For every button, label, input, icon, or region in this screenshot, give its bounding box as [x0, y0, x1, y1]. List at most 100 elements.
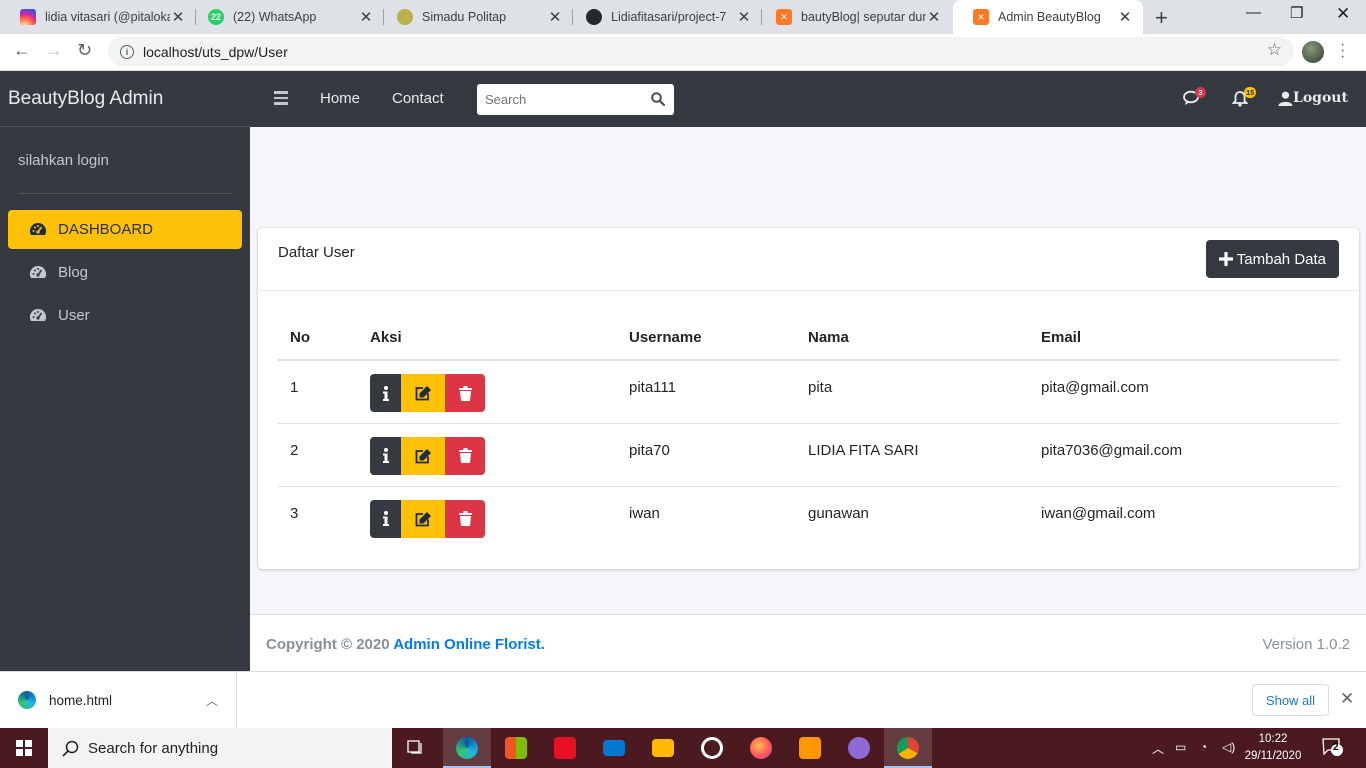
notifications-badge: 15	[1244, 87, 1257, 98]
firefox-taskbar-icon[interactable]	[737, 728, 785, 768]
app-taskbar-icon[interactable]	[835, 728, 883, 768]
sidebar-item-label: User	[58, 307, 90, 324]
wifi-icon[interactable]: ◔	[1200, 740, 1207, 754]
edit-button[interactable]	[401, 436, 445, 475]
login-prompt[interactable]: silahkan login	[18, 152, 109, 169]
user-table: No Aksi Username Nama Email 1 pita111 pi…	[278, 316, 1339, 549]
browser-tab-instagram[interactable]: lidia vitasari (@pitaloka ✕	[0, 0, 196, 34]
forward-icon[interactable]: →	[45, 40, 63, 61]
taskbar-search[interactable]: Search for anything	[48, 728, 392, 768]
battery-icon[interactable]: ▭	[1175, 740, 1186, 754]
taskbar-clock[interactable]: 10:22 29/11/2020	[1240, 731, 1306, 765]
info-icon	[382, 511, 389, 526]
detail-button[interactable]	[370, 374, 401, 412]
delete-button[interactable]	[445, 436, 485, 475]
edit-icon	[415, 386, 431, 401]
camera-taskbar-icon[interactable]	[688, 728, 736, 768]
info-icon	[382, 448, 389, 463]
chrome-taskbar-icon[interactable]	[884, 728, 932, 768]
back-icon[interactable]: ←	[13, 40, 31, 61]
download-item[interactable]: home.html ︿	[0, 672, 237, 728]
close-tab-icon[interactable]: ✕	[170, 8, 186, 26]
cell-actions	[358, 486, 617, 549]
cell-no: 1	[278, 360, 358, 424]
delete-button[interactable]	[445, 499, 485, 538]
logout-label: Logout	[1293, 90, 1348, 106]
detail-button[interactable]	[370, 436, 401, 475]
bookmark-star-icon[interactable]: ☆	[1267, 40, 1282, 60]
volume-icon[interactable]: ◁)	[1222, 740, 1235, 754]
column-header-email: Email	[1029, 316, 1339, 361]
close-shelf-icon[interactable]: ✕	[1340, 689, 1354, 709]
new-tab-button[interactable]: +	[1155, 5, 1168, 31]
nav-link-contact[interactable]: Contact	[392, 90, 444, 107]
close-tab-icon[interactable]: ✕	[926, 8, 942, 26]
politap-logo-icon	[397, 9, 413, 25]
messages-dropdown[interactable]: 3	[1183, 87, 1206, 110]
notifications-dropdown[interactable]: 15	[1231, 87, 1257, 110]
browser-menu-icon[interactable]: · · ·	[1340, 37, 1345, 65]
minimize-icon[interactable]: —	[1246, 4, 1261, 21]
close-window-icon[interactable]: ✕	[1336, 4, 1350, 24]
restore-icon[interactable]: ❐	[1290, 4, 1303, 22]
windows-start-icon[interactable]	[16, 740, 32, 756]
nav-link-home[interactable]: Home	[320, 90, 360, 107]
edit-button[interactable]	[401, 499, 445, 538]
add-data-button[interactable]: Tambah Data	[1205, 240, 1339, 278]
edge-taskbar-icon[interactable]	[443, 728, 491, 768]
show-hidden-icons-chevron[interactable]: ︿	[1152, 740, 1164, 757]
file-explorer-taskbar-icon[interactable]	[639, 728, 687, 768]
close-tab-icon[interactable]: ✕	[736, 8, 752, 26]
brand-link[interactable]: BeautyBlog Admin	[0, 71, 250, 127]
browser-tab-github[interactable]: Lidiafitasari/project-7 ✕	[566, 0, 762, 34]
info-icon	[382, 385, 389, 401]
sidebar-item-blog[interactable]: Blog	[8, 253, 242, 292]
delete-button[interactable]	[445, 374, 485, 412]
admin-sidebar: BeautyBlog Admin silahkan login DASHBOAR…	[0, 71, 250, 671]
sidebar-item-label: Blog	[58, 264, 89, 281]
user-panel: silahkan login	[18, 127, 232, 194]
copyright-link[interactable]: Admin Online Florist.	[393, 636, 545, 653]
profile-avatar[interactable]	[1302, 41, 1324, 63]
gift-taskbar-icon[interactable]	[541, 728, 589, 768]
search-icon[interactable]	[651, 92, 665, 106]
browser-tab-whatsapp[interactable]: 22 (22) WhatsApp ✕	[188, 0, 384, 34]
task-view-icon[interactable]	[392, 728, 440, 768]
notification-count: 2	[1333, 742, 1339, 753]
sidebar-item-user[interactable]: User	[8, 296, 242, 335]
browser-tab-simadu[interactable]: Simadu Politap ✕	[377, 0, 573, 34]
chevron-up-icon[interactable]: ︿	[206, 692, 218, 709]
edit-button[interactable]	[401, 374, 445, 412]
clock-time: 10:22	[1258, 733, 1288, 745]
card-header: Daftar User Tambah Data	[258, 228, 1359, 291]
close-tab-icon[interactable]: ✕	[358, 8, 374, 26]
navbar-search	[477, 84, 674, 115]
mail-taskbar-icon[interactable]	[590, 728, 638, 768]
downloads-shelf: home.html ︿ Show all ✕	[0, 671, 1366, 728]
reload-icon[interactable]: ↻	[77, 40, 92, 61]
download-filename: home.html	[49, 692, 113, 708]
sublime-taskbar-icon[interactable]	[786, 728, 834, 768]
sidebar-item-dashboard[interactable]: DASHBOARD	[8, 210, 242, 249]
url-text: localhost/uts_dpw/User	[143, 43, 288, 60]
tab-title: Lidiafitasari/project-7	[611, 10, 727, 24]
column-header-username: Username	[617, 316, 796, 361]
site-info-icon[interactable]: i	[120, 44, 134, 59]
hamburger-menu-icon[interactable]	[274, 91, 288, 108]
xampp-icon: ✕	[776, 9, 792, 25]
close-tab-icon[interactable]: ✕	[547, 8, 563, 26]
cell-actions	[358, 360, 617, 424]
action-center-icon[interactable]: 2	[1322, 737, 1344, 760]
detail-button[interactable]	[370, 499, 401, 538]
show-all-button[interactable]: Show all	[1252, 684, 1329, 716]
taskbar-search-placeholder: Search for anything	[88, 739, 219, 757]
browser-toolbar: ← → ↻ i localhost/uts_dpw/User ☆ · · ·	[0, 34, 1366, 71]
close-tab-icon[interactable]: ✕	[1117, 8, 1133, 26]
search-input[interactable]	[477, 84, 637, 115]
address-bar[interactable]: i localhost/uts_dpw/User ☆	[108, 37, 1294, 66]
browser-tab-admin-beautyblog[interactable]: ✕ Admin BeautyBlog ✕	[953, 0, 1143, 34]
logout-link[interactable]: Logout	[1278, 90, 1348, 106]
store-taskbar-icon[interactable]	[492, 728, 540, 768]
browser-tab-bautyblog[interactable]: ✕ bautyBlog| seputar duni ✕	[756, 0, 952, 34]
tab-title: bautyBlog| seputar duni	[801, 10, 926, 24]
